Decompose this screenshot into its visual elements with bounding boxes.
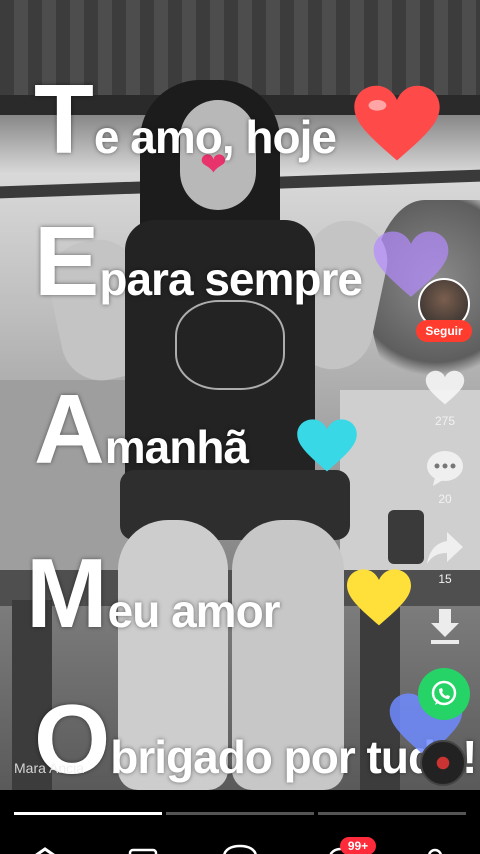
overlay-text: para sempre bbox=[99, 253, 363, 305]
red-heart-icon bbox=[354, 85, 440, 161]
comment-icon bbox=[427, 451, 463, 486]
butterfly-print bbox=[175, 300, 285, 390]
home-icon[interactable] bbox=[30, 846, 60, 854]
video-player[interactable]: ❤ Te amo, hoje Epara sempre Amanhã Meu a… bbox=[0, 0, 480, 790]
overlay-initial: A bbox=[34, 374, 105, 484]
progress-segment bbox=[318, 812, 466, 815]
video-progress-bar[interactable] bbox=[14, 812, 466, 815]
whatsapp-icon bbox=[431, 680, 457, 706]
share-icon bbox=[427, 532, 463, 564]
download-button[interactable] bbox=[423, 604, 467, 648]
overlay-initial: M bbox=[26, 538, 108, 648]
share-count: 15 bbox=[438, 572, 452, 586]
jar bbox=[388, 510, 424, 564]
follow-button[interactable]: Seguir bbox=[416, 320, 472, 342]
creator-username[interactable]: Mara Ancia bbox=[14, 760, 84, 776]
like-button[interactable] bbox=[423, 366, 467, 410]
inbox-badge: 99+ bbox=[340, 837, 376, 854]
music-disc-icon[interactable] bbox=[420, 740, 466, 786]
progress-segment bbox=[14, 812, 162, 815]
overlay-initial: T bbox=[34, 64, 94, 174]
overlay-line-4: Meu amor bbox=[26, 544, 281, 642]
overlay-line-3: Amanhã bbox=[34, 380, 249, 478]
overlay-initial: E bbox=[34, 206, 100, 316]
overlay-text: manhã bbox=[104, 421, 249, 473]
whatsapp-share-button[interactable] bbox=[418, 668, 470, 720]
comment-count: 20 bbox=[438, 492, 452, 506]
cyan-heart-icon bbox=[297, 419, 357, 472]
overlay-text: eu amor bbox=[107, 585, 281, 637]
heart-icon bbox=[425, 370, 465, 405]
create-icon[interactable] bbox=[220, 844, 260, 854]
download-icon bbox=[431, 609, 459, 644]
share-button[interactable] bbox=[423, 526, 467, 570]
friends-icon[interactable] bbox=[128, 846, 158, 854]
overlay-text: e amo, hoje bbox=[93, 111, 337, 163]
comment-button[interactable] bbox=[423, 446, 467, 490]
overlay-line-2: Epara sempre bbox=[34, 212, 363, 310]
bottom-nav bbox=[0, 830, 480, 854]
progress-segment bbox=[166, 812, 314, 815]
like-count: 275 bbox=[434, 414, 456, 428]
overlay-line-1: Te amo, hoje bbox=[34, 70, 337, 168]
yellow-heart-icon bbox=[347, 569, 411, 626]
profile-icon[interactable] bbox=[420, 846, 450, 854]
